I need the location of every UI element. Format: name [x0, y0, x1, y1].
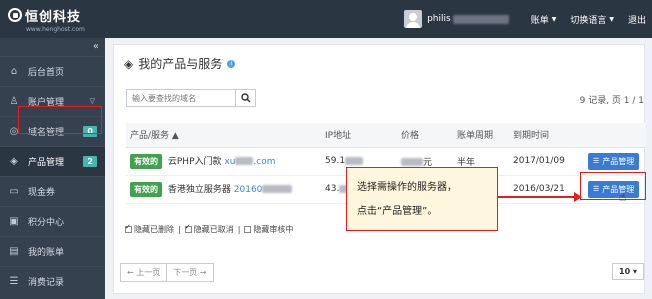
bill-icon: ▤ — [9, 246, 19, 257]
sidebar-item-records[interactable]: ☰ 消费记录 — [0, 266, 105, 296]
checkbox-icon[interactable] — [244, 226, 252, 233]
next-page-button[interactable]: 下一页 → — [167, 263, 214, 282]
record-count: 9 记录, 页 1 / 1 — [579, 96, 644, 106]
page-title: ◈ 我的产品与服务 i — [124, 55, 236, 72]
filter-separator: | — [178, 225, 181, 234]
pagination: ← 上一页 下一页 → — [120, 263, 214, 282]
search-input[interactable] — [126, 89, 236, 107]
redacted-username — [452, 14, 509, 24]
username[interactable]: philis — [427, 14, 451, 24]
home-icon: ⌂ — [10, 66, 18, 77]
sidebar-item-points[interactable]: ▣ 积分中心 — [0, 206, 105, 236]
top-bar: 恒创科技 www.henghost.com philis 账单 ▼ 切换语言 ▼ 退… — [0, 0, 652, 38]
list-icon: ☰ — [593, 157, 600, 165]
search-bar — [126, 89, 256, 107]
per-page-select[interactable]: 10 ▾ — [612, 263, 644, 280]
checkbox-checked-icon[interactable] — [125, 223, 132, 233]
status-badge: 有效的 — [130, 181, 162, 197]
filter-separator: | — [237, 225, 241, 234]
expire-cell: 2017/01/09 — [509, 147, 584, 176]
points-icon: ▣ — [9, 216, 19, 227]
product-domain-link[interactable]: 20160 — [234, 185, 293, 195]
record-icon: ☰ — [9, 276, 19, 287]
sidebar-item-domains[interactable]: ◎ 域名管理 0 — [0, 116, 105, 146]
product-name: 香港独立服务器 — [167, 184, 231, 195]
filter-hide-deleted[interactable]: 隐藏已删除 — [125, 223, 174, 235]
logo-subtitle: www.henghost.com — [26, 25, 85, 33]
column-action — [584, 123, 646, 148]
sidebar-collapse-button[interactable]: « — [0, 38, 105, 56]
logout-link[interactable]: 退出 — [628, 13, 646, 26]
info-icon[interactable]: i — [227, 59, 236, 68]
product-cell: 有效的 云PHP入门款 xu .com — [126, 147, 321, 176]
sort-asc-icon: ▲ — [171, 131, 179, 142]
manage-product-button[interactable]: ☰ 产品管理 — [588, 152, 640, 170]
cash-icon: ▭ — [9, 186, 19, 197]
checkbox-checked-icon[interactable] — [184, 223, 192, 233]
logo-icon — [8, 8, 22, 22]
globe-icon: ◎ — [9, 126, 19, 137]
chevron-down-icon: ▽ — [89, 97, 95, 105]
search-icon — [240, 93, 250, 103]
product-name: 云PHP入门款 — [167, 156, 222, 167]
sidebar: « ⌂ 后台首页 ♙ 账户管理 ▽ ◎ 域名管理 0 ◈ 产品管理 2 ▭ 现金… — [0, 38, 105, 299]
user-icon: ♙ — [9, 96, 19, 107]
highlight-manage-button — [580, 172, 646, 200]
hand-cursor-icon: ☝ — [619, 190, 627, 204]
callout-line-2: 点击“产品管理”。 — [357, 206, 438, 217]
expire-cell: 2016/03/21 — [509, 175, 584, 204]
table-header: 产品/服务 ▲ IP地址 价格 账单周期 到期时间 — [126, 123, 646, 148]
sidebar-item-home[interactable]: ⌂ 后台首页 — [0, 56, 105, 86]
redacted-text — [235, 157, 254, 165]
language-menu[interactable]: 切换语言 ▼ — [570, 13, 614, 26]
column-expire[interactable]: 到期时间 — [509, 123, 584, 148]
instruction-callout: 选择需操作的服务器， 点击“产品管理”。 — [346, 167, 498, 231]
column-billing-cycle[interactable]: 账单周期 — [453, 123, 509, 148]
sidebar-item-account[interactable]: ♙ 账户管理 ▽ — [0, 86, 105, 116]
layers-icon: ◈ — [10, 156, 18, 167]
redacted-text — [401, 158, 423, 166]
search-button[interactable] — [236, 89, 256, 107]
filter-hide-cancelled[interactable]: 隐藏已取消 — [184, 223, 234, 235]
chevron-down-icon: ▾ — [632, 267, 637, 276]
arrow-right-icon — [498, 192, 582, 202]
column-product[interactable]: 产品/服务 ▲ — [126, 123, 321, 148]
billing-menu[interactable]: 账单 ▼ — [531, 13, 557, 26]
redacted-text — [345, 156, 364, 165]
layers-icon: ◈ — [124, 56, 134, 71]
sidebar-item-bills[interactable]: ▤ 我的账单 — [0, 236, 105, 266]
product-count-badge: 2 — [83, 156, 97, 167]
logo[interactable]: 恒创科技 www.henghost.com — [0, 0, 105, 38]
filter-options: 隐藏已删除 | 隐藏已取消 | 隐藏审核中 — [125, 223, 293, 235]
chevron-down-icon: ▼ — [551, 15, 557, 23]
avatar[interactable] — [404, 10, 423, 28]
filter-hide-pending[interactable]: 隐藏审核中 — [244, 224, 293, 235]
column-price[interactable]: 价格 — [397, 123, 453, 148]
callout-line-1: 选择需操作的服务器， — [357, 182, 457, 193]
redacted-text — [262, 185, 293, 193]
product-cell: 有效的 香港独立服务器 20160 — [126, 175, 321, 204]
prev-page-button[interactable]: ← 上一页 — [120, 263, 168, 282]
sidebar-item-cash-coupon[interactable]: ▭ 现金券 — [0, 176, 105, 206]
status-badge: 有效的 — [130, 153, 162, 169]
chevron-down-icon: ▼ — [609, 15, 614, 23]
domain-count-badge: 0 — [83, 126, 97, 137]
sidebar-item-products[interactable]: ◈ 产品管理 2 — [0, 146, 105, 176]
action-cell: ☰ 产品管理 — [584, 147, 646, 176]
product-domain-link[interactable]: xu .com — [224, 157, 275, 167]
logo-text: 恒创科技 — [25, 9, 82, 25]
column-ip[interactable]: IP地址 — [321, 123, 397, 148]
